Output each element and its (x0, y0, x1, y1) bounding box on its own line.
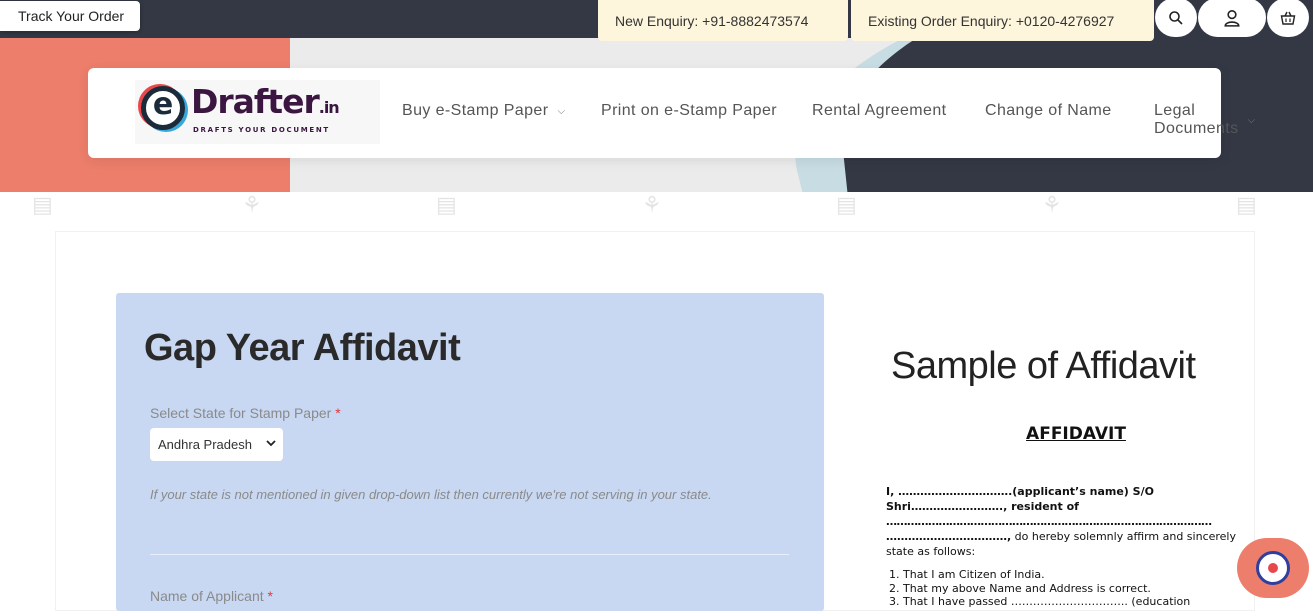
state-hint: If your state is not mentioned in given … (150, 487, 712, 502)
nav-item-label: Legal Documents (1154, 102, 1239, 137)
document-line: state as follows: (886, 545, 976, 558)
logo-tagline: DRAFTS YOUR DOCUMENT (193, 126, 330, 134)
nav-item-print-on-e-stamp-paper[interactable]: Print on e-Stamp Paper (601, 102, 777, 120)
document-line-text: do hereby solemnly affirm and sincerely (1011, 530, 1236, 543)
chat-icon (1256, 551, 1290, 585)
document-line: I, ………………………….(applicant’s name) S/O (886, 485, 1154, 498)
watermark-icon: ⚘ (642, 192, 662, 217)
main-navigation: e Drafter.in DRAFTS YOUR DOCUMENT Buy e-… (88, 68, 1255, 158)
nav-item-legal-documents[interactable]: Legal Documents ⌵ (1154, 102, 1256, 138)
existing-enquiry-phone[interactable]: Existing Order Enquiry: +0120-4276927 (851, 0, 1154, 41)
logo-wordmark: Drafter.in (191, 82, 340, 121)
chat-button[interactable] (1237, 538, 1309, 598)
user-icon (1224, 9, 1240, 27)
logo-mark: e (141, 86, 185, 130)
form-title: Gap Year Affidavit (144, 327, 461, 369)
required-mark: * (267, 588, 273, 604)
document-line: ………………………………………………………………………………… (886, 515, 1212, 528)
logo-letter: e (152, 87, 174, 122)
basket-icon (1280, 11, 1296, 25)
nav-item-label: Change of Name (985, 102, 1112, 119)
chevron-down-icon: ⌵ (1247, 114, 1256, 126)
nav-item-label: Rental Agreement (812, 102, 947, 119)
nav-item-buy-e-stamp-paper[interactable]: Buy e-Stamp Paper ⌵ (402, 102, 565, 120)
logo-name: Drafter (191, 82, 320, 121)
list-item: That my above Name and Address is correc… (903, 582, 1276, 596)
applicant-name-label: Name of Applicant * (150, 588, 273, 604)
watermark-icon: ⚘ (1042, 192, 1062, 217)
watermark-icon: ▤ (1236, 192, 1257, 217)
nav-item-change-of-name[interactable]: Change of Name (985, 102, 1112, 120)
affidavit-form: Gap Year Affidavit Select State for Stam… (116, 293, 824, 611)
track-order-button[interactable]: Track Your Order (0, 1, 140, 31)
cart-button[interactable] (1267, 0, 1309, 37)
chevron-down-icon: ⌵ (557, 105, 566, 117)
sample-affidavit-document: AFFIDAVIT I, ………………………….(applicant’s nam… (886, 424, 1276, 609)
applicant-label-text: Name of Applicant (150, 588, 264, 604)
state-label-text: Select State for Stamp Paper (150, 405, 332, 421)
watermark-icon: ▤ (836, 192, 857, 217)
logo-suffix: .in (318, 98, 340, 117)
document-list: That I am Citizen of India. That my abov… (886, 568, 1276, 609)
watermark-icon: ⚘ (242, 192, 262, 217)
watermark-icon: ▤ (436, 192, 457, 217)
document-line-bold: ……………………………, (886, 530, 1012, 543)
list-item: That I am Citizen of India. (903, 568, 1276, 582)
document-heading: AFFIDAVIT (1026, 424, 1126, 444)
site-logo[interactable]: e Drafter.in DRAFTS YOUR DOCUMENT (135, 80, 380, 144)
document-line: Shri……………………., resident of (886, 500, 1079, 513)
nav-item-label: Buy e-Stamp Paper (402, 102, 549, 119)
state-label: Select State for Stamp Paper * (150, 405, 341, 421)
required-mark: * (335, 405, 341, 421)
nav-item-label: Print on e-Stamp Paper (601, 102, 777, 119)
chevron-down-icon (266, 440, 276, 447)
nav-item-rental-agreement[interactable]: Rental Agreement (812, 102, 946, 120)
search-icon (1169, 10, 1183, 25)
list-item: That I have passed ………………………….. (educati… (903, 595, 1276, 609)
account-button[interactable] (1198, 0, 1266, 37)
search-button[interactable] (1155, 0, 1197, 37)
new-enquiry-phone[interactable]: New Enquiry: +91-8882473574 (598, 0, 848, 41)
document-line: ……………………………, do hereby solemnly affirm a… (886, 529, 1276, 544)
form-divider (150, 554, 789, 555)
watermark-icon: ▤ (32, 192, 53, 217)
state-select-value: Andhra Pradesh (158, 437, 252, 452)
state-select[interactable]: Andhra Pradesh (150, 428, 283, 461)
sample-title: Sample of Affidavit (891, 345, 1196, 387)
